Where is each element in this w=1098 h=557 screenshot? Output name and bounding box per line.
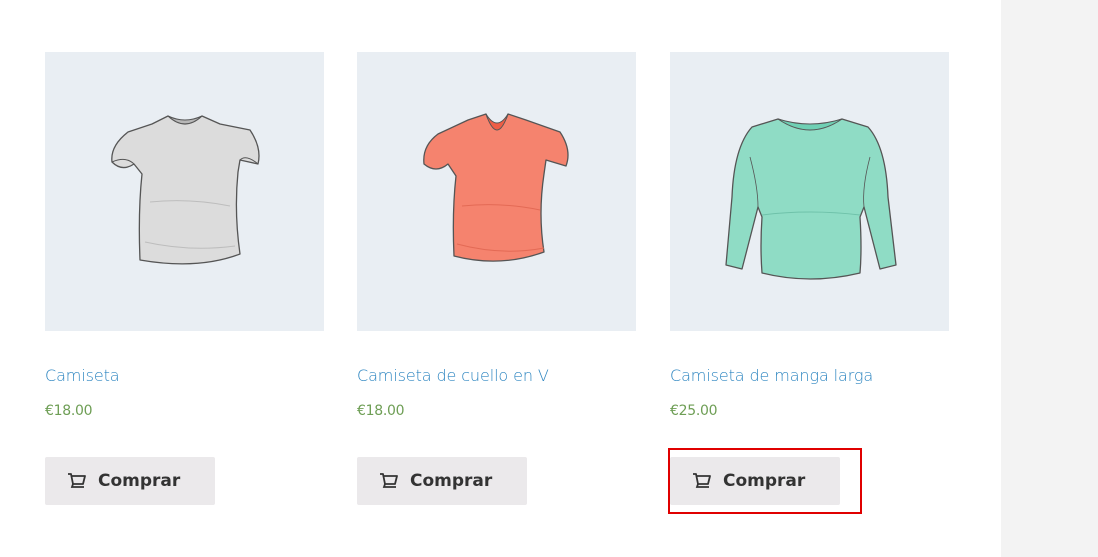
vneck-tshirt-icon bbox=[422, 112, 569, 262]
tshirt-icon bbox=[110, 114, 260, 264]
product-title[interactable]: Camiseta de manga larga bbox=[670, 366, 873, 385]
product-price: €18.00 bbox=[357, 403, 405, 419]
buy-button[interactable]: Comprar bbox=[45, 457, 215, 505]
long-sleeve-shirt-icon bbox=[724, 117, 897, 280]
product-image[interactable] bbox=[357, 52, 636, 331]
product-card: Camiseta de manga larga €25.00 Comprar bbox=[670, 52, 949, 505]
cart-icon bbox=[692, 471, 712, 491]
buy-button-label: Comprar bbox=[410, 471, 493, 491]
buy-button-label: Comprar bbox=[98, 471, 181, 491]
sidebar bbox=[1001, 0, 1098, 557]
product-title[interactable]: Camiseta de cuello en V bbox=[357, 366, 549, 385]
product-image[interactable] bbox=[670, 52, 949, 331]
product-card: Camiseta €18.00 Comprar bbox=[45, 52, 324, 505]
cart-icon bbox=[379, 471, 399, 491]
buy-button[interactable]: Comprar bbox=[670, 457, 840, 505]
cart-icon bbox=[67, 471, 87, 491]
buy-button-label: Comprar bbox=[723, 471, 806, 491]
product-price: €25.00 bbox=[670, 403, 718, 419]
product-title[interactable]: Camiseta bbox=[45, 366, 120, 385]
product-price: €18.00 bbox=[45, 403, 93, 419]
main-content: Camiseta €18.00 Comprar Camiseta de cuel… bbox=[0, 0, 1001, 557]
product-image[interactable] bbox=[45, 52, 324, 331]
product-card: Camiseta de cuello en V €18.00 Comprar bbox=[357, 52, 636, 505]
buy-button[interactable]: Comprar bbox=[357, 457, 527, 505]
